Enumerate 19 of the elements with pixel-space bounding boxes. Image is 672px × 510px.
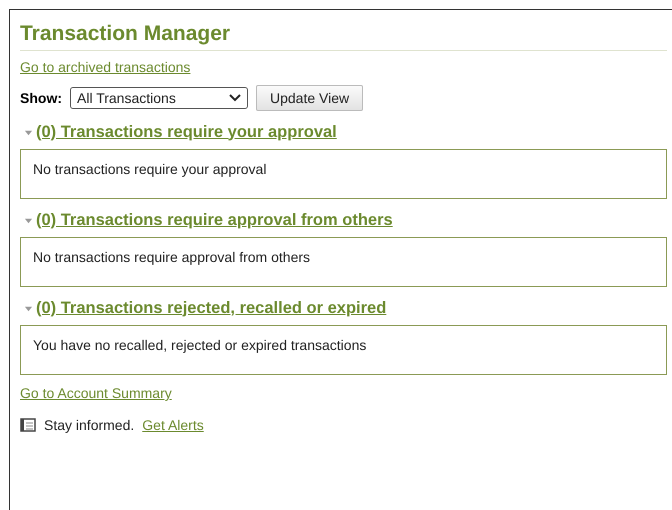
- account-summary-link[interactable]: Go to Account Summary: [20, 385, 172, 401]
- chevron-down-icon: [229, 94, 241, 102]
- empty-message: No transactions require your approval: [33, 161, 266, 177]
- triangle-icon[interactable]: [24, 216, 33, 224]
- show-label: Show:: [20, 90, 62, 106]
- stay-informed-text: Stay informed.: [44, 417, 134, 433]
- section-heading-link[interactable]: (0) Transactions rejected, recalled or expired: [36, 298, 386, 318]
- newsletter-icon: [20, 418, 36, 432]
- archived-transactions-link[interactable]: Go to archived transactions: [20, 59, 190, 75]
- triangle-icon[interactable]: [24, 128, 33, 136]
- page-title: Transaction Manager: [20, 22, 667, 51]
- section-heading-link[interactable]: (0) Transactions require your approval: [36, 122, 337, 142]
- show-dropdown[interactable]: All Transactions: [70, 87, 248, 109]
- empty-message: You have no recalled, rejected or expired transactions: [33, 337, 366, 353]
- get-alerts-link[interactable]: Get Alerts: [142, 417, 204, 433]
- empty-message: No transactions require approval from others: [33, 249, 310, 265]
- section-heading-link[interactable]: (0) Transactions require approval from others: [36, 210, 393, 230]
- update-view-button[interactable]: Update View: [256, 85, 364, 111]
- triangle-icon[interactable]: [24, 304, 33, 312]
